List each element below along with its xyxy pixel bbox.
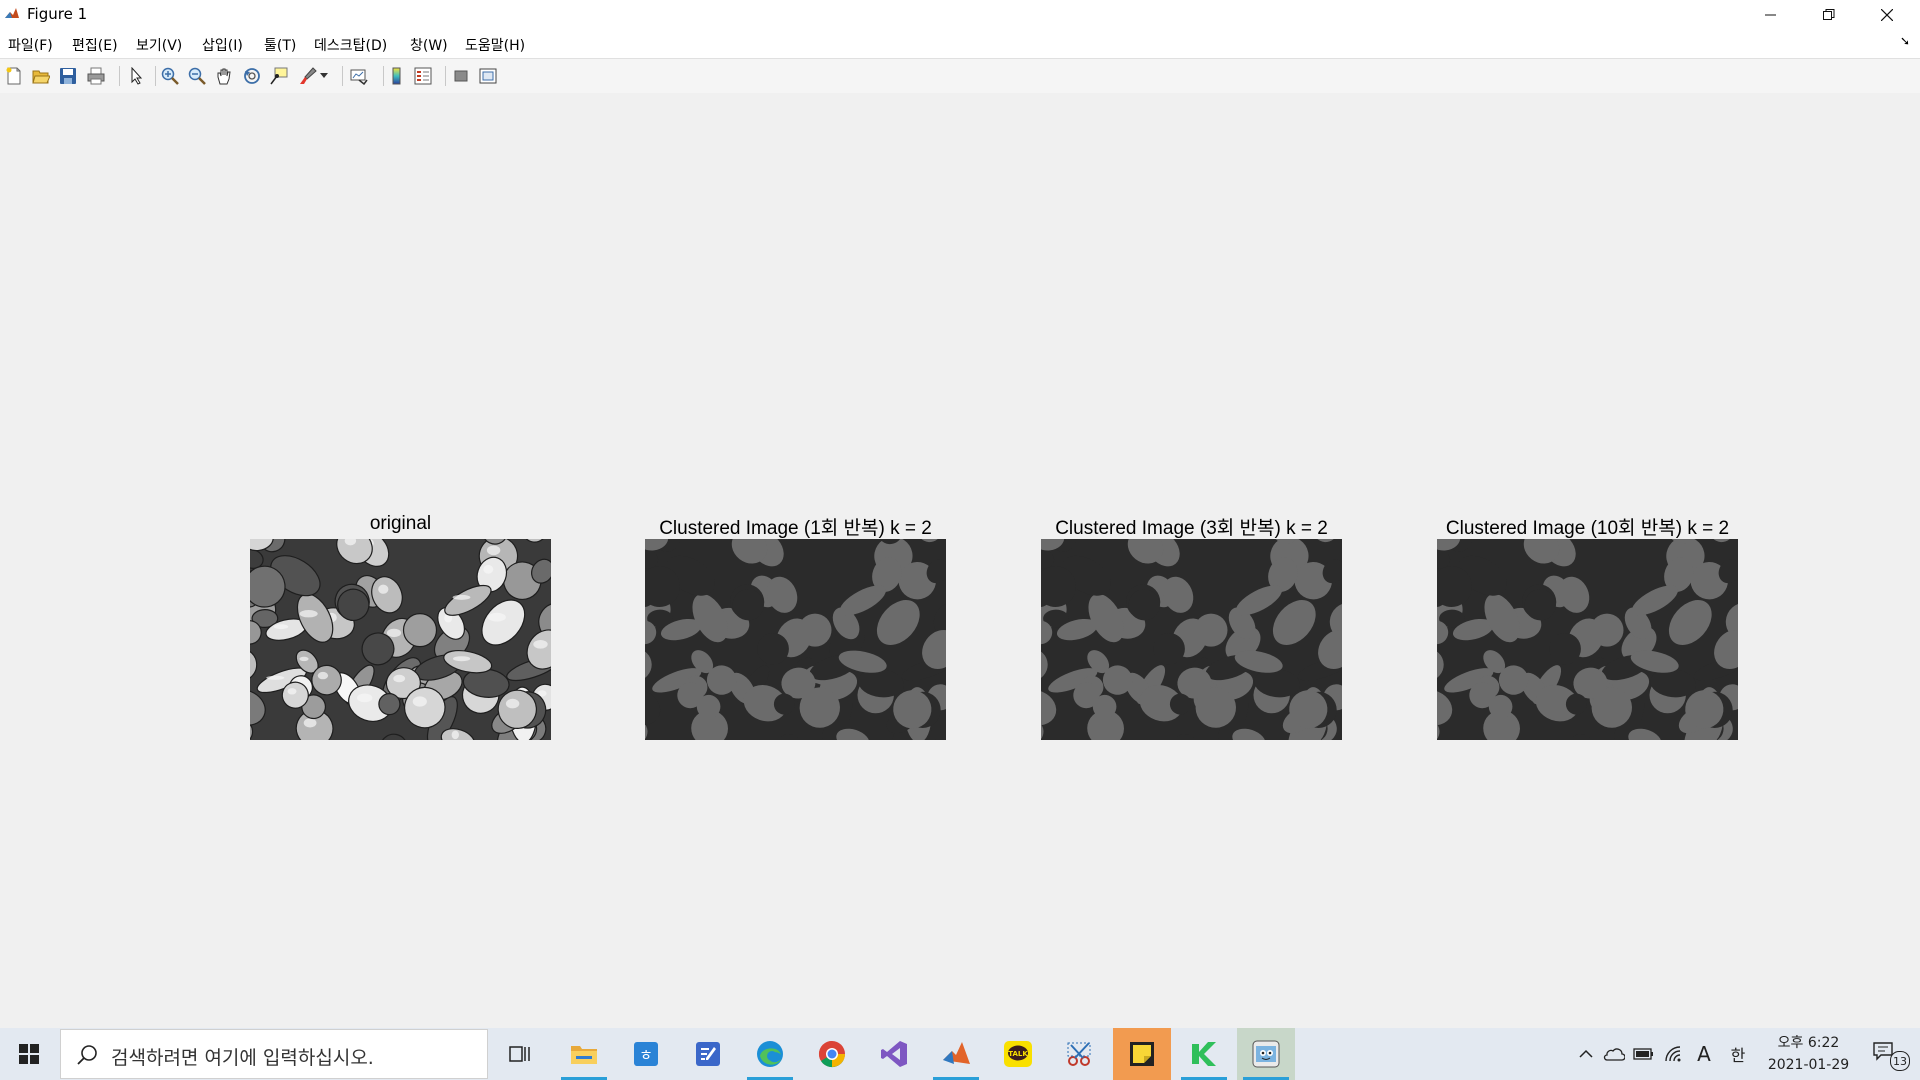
menu-help[interactable]: 도움말(H) bbox=[465, 35, 525, 55]
search-placeholder: 검색하려면 여기에 입력하십시오. bbox=[111, 1047, 374, 1069]
figure-toolbar bbox=[0, 58, 1920, 94]
task-view-icon[interactable] bbox=[491, 1028, 549, 1080]
pan-icon[interactable] bbox=[212, 64, 236, 88]
subplot-clustered-1: Clustered Image (1회 반복) k = 2 bbox=[645, 513, 946, 772]
ime-mode-indicator[interactable]: A bbox=[1692, 1042, 1716, 1066]
menu-file[interactable]: 파일(F) bbox=[8, 35, 53, 55]
save-icon[interactable] bbox=[56, 64, 80, 88]
battery-icon[interactable] bbox=[1632, 1042, 1656, 1066]
matlab-icon bbox=[4, 6, 20, 22]
chrome-icon[interactable] bbox=[803, 1028, 861, 1080]
menu-bar: 파일(F) 편집(E) 보기(V) 삽입(I) 툴(T) 데스크탑(D) 창(W… bbox=[0, 29, 1920, 58]
menu-tools[interactable]: 툴(T) bbox=[264, 35, 296, 55]
clock[interactable]: 오후 6:22 2021-01-29 bbox=[1756, 1032, 1861, 1076]
subplot-title: original bbox=[369, 513, 432, 534]
restore-icon bbox=[1823, 8, 1835, 20]
original-image bbox=[250, 539, 551, 740]
file-explorer-icon[interactable] bbox=[555, 1028, 613, 1080]
zoom-in-icon[interactable] bbox=[158, 64, 182, 88]
hwp-icon[interactable]: ㅎ bbox=[617, 1028, 675, 1080]
clock-time: 오후 6:22 bbox=[1777, 1035, 1840, 1051]
svg-text:ㅎ: ㅎ bbox=[639, 1046, 653, 1064]
menu-insert[interactable]: 삽입(I) bbox=[202, 35, 243, 55]
minimize-icon bbox=[1765, 14, 1776, 15]
menu-desktop[interactable]: 데스크탑(D) bbox=[314, 35, 387, 55]
colorbar-icon[interactable] bbox=[384, 64, 408, 88]
matlab-taskbar-icon[interactable] bbox=[927, 1028, 985, 1080]
windows-icon bbox=[19, 1044, 39, 1064]
kakaotalk-icon[interactable]: TALK bbox=[989, 1028, 1047, 1080]
search-box[interactable]: 검색하려면 여기에 입력하십시오. bbox=[60, 1029, 488, 1079]
subplot-clustered-10: Clustered Image (10회 반복) k = 2 bbox=[1437, 513, 1738, 772]
menu-edit[interactable]: 편집(E) bbox=[72, 35, 118, 55]
photo-app-icon[interactable] bbox=[1237, 1028, 1295, 1080]
menu-view[interactable]: 보기(V) bbox=[136, 35, 182, 55]
menu-window[interactable]: 창(W) bbox=[410, 35, 448, 55]
open-file-icon[interactable] bbox=[29, 64, 53, 88]
title-bar: Figure 1 bbox=[0, 0, 1920, 29]
start-button[interactable] bbox=[0, 1028, 58, 1080]
close-icon bbox=[1881, 8, 1893, 21]
show-hidden-icons-chevron-icon[interactable] bbox=[1574, 1042, 1598, 1066]
clustered-image bbox=[645, 539, 946, 740]
snipping-tool-icon[interactable] bbox=[1051, 1028, 1109, 1080]
window-title: Figure 1 bbox=[27, 5, 88, 23]
data-cursor-icon[interactable] bbox=[267, 64, 291, 88]
edit-plot-icon[interactable] bbox=[124, 64, 148, 88]
subplot-original: original bbox=[250, 513, 551, 772]
figure-canvas: original Clustered Image (1회 반복) k = 2 C… bbox=[0, 93, 1920, 1028]
clustered-image bbox=[1041, 539, 1342, 740]
legend-icon[interactable] bbox=[411, 64, 435, 88]
print-icon[interactable] bbox=[84, 64, 108, 88]
rotate-3d-icon[interactable] bbox=[240, 64, 264, 88]
subplot-title: Clustered Image (1회 반복) k = 2 bbox=[659, 518, 932, 539]
search-icon bbox=[77, 1045, 97, 1065]
close-button[interactable] bbox=[1858, 0, 1916, 29]
notification-count-badge: 13 bbox=[1890, 1051, 1910, 1071]
show-plot-tools-icon[interactable] bbox=[476, 64, 500, 88]
visual-studio-icon[interactable] bbox=[865, 1028, 923, 1080]
edge-icon[interactable] bbox=[741, 1028, 799, 1080]
subplot-title: Clustered Image (10회 반복) k = 2 bbox=[1445, 518, 1730, 539]
brush-dropdown-icon[interactable] bbox=[318, 64, 330, 88]
language-indicator[interactable]: 한 bbox=[1726, 1042, 1750, 1066]
minimize-button[interactable] bbox=[1742, 0, 1800, 29]
svg-text:TALK: TALK bbox=[1008, 1050, 1028, 1058]
brush-icon[interactable] bbox=[296, 64, 320, 88]
notes-icon[interactable] bbox=[679, 1028, 737, 1080]
onedrive-icon[interactable] bbox=[1602, 1042, 1626, 1066]
subplot-clustered-3: Clustered Image (3회 반복) k = 2 bbox=[1041, 513, 1342, 772]
clustered-image bbox=[1437, 539, 1738, 740]
zoom-out-icon[interactable] bbox=[185, 64, 209, 88]
clock-date: 2021-01-29 bbox=[1767, 1057, 1850, 1073]
taskbar: 검색하려면 여기에 입력하십시오. ㅎ TALK A 한 오후 6:22 202… bbox=[0, 1028, 1920, 1080]
notification-center-button[interactable]: 13 bbox=[1870, 1042, 1910, 1071]
sticky-notes-icon[interactable] bbox=[1113, 1028, 1171, 1080]
restore-button[interactable] bbox=[1800, 0, 1858, 29]
dock-arrow-icon[interactable]: ➘ bbox=[1900, 34, 1910, 48]
subplot-title: Clustered Image (3회 반복) k = 2 bbox=[1055, 518, 1328, 539]
new-figure-icon[interactable] bbox=[2, 64, 26, 88]
kite-icon[interactable] bbox=[1175, 1028, 1233, 1080]
link-plot-icon[interactable] bbox=[347, 64, 371, 88]
wifi-icon[interactable] bbox=[1662, 1042, 1686, 1066]
hide-plot-tools-icon[interactable] bbox=[449, 64, 473, 88]
